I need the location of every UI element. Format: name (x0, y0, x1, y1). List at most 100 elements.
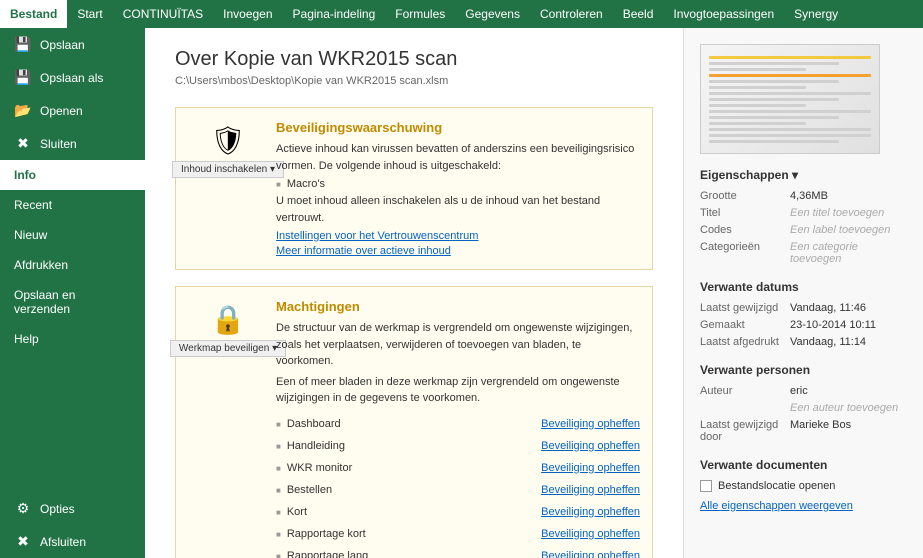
prop-label-gemaakt: Gemaakt (700, 319, 790, 331)
trust-center-link[interactable]: Instellingen voor het Vertrouwenscentrum (276, 230, 640, 242)
remove-protection-wkr[interactable]: Beveiliging opheffen (541, 462, 640, 474)
prop-label-last-modified-by: Laatst gewijzigd door (700, 419, 790, 443)
file-location-checkbox[interactable] (700, 480, 712, 492)
close-icon: ✖ (14, 135, 32, 152)
prop-value-add-auteur[interactable]: Een auteur toevoegen (790, 402, 907, 414)
file-location-row: Bestandslocatie openen (700, 480, 907, 492)
tab-formules[interactable]: Formules (385, 0, 455, 28)
remove-protection-handleiding[interactable]: Beveiliging opheffen (541, 440, 640, 452)
permissions-icon-area: 🔒 Werkmap beveiligen ▾ (188, 299, 268, 357)
page-title: Over Kopie van WKR2015 scan (175, 48, 653, 71)
thumb-line (709, 68, 806, 71)
sidebar-item-opslaan-verzenden[interactable]: Opslaan en verzenden (0, 280, 145, 324)
perm-row-bestellen: Bestellen Beveiliging opheffen (276, 479, 640, 501)
shield-icon: 🛡 (210, 124, 246, 157)
tab-beeld[interactable]: Beeld (613, 0, 664, 28)
prop-value-last-printed: Vandaag, 11:14 (790, 336, 907, 348)
perm-bullet: Dashboard (276, 418, 341, 430)
tab-controleren[interactable]: Controleren (530, 0, 613, 28)
thumb-line (709, 56, 871, 59)
active-content-link[interactable]: Meer informatie over actieve inhoud (276, 245, 640, 257)
prop-label-auteur: Auteur (700, 385, 790, 397)
file-location-label: Bestandslocatie openen (718, 480, 835, 492)
perm-bullet: WKR monitor (276, 462, 352, 474)
sidebar-item-openen[interactable]: 📂 Openen (0, 94, 145, 127)
remove-protection-kort[interactable]: Beveiliging opheffen (541, 506, 640, 518)
security-text1: Actieve inhoud kan virussen bevatten of … (276, 141, 640, 174)
all-properties-link[interactable]: Alle eigenschappen weergeven (700, 500, 853, 512)
prop-value-gemaakt: 23-10-2014 10:11 (790, 319, 907, 331)
security-text2: U moet inhoud alleen inschakelen als u d… (276, 193, 640, 226)
tab-invoeg[interactable]: Invogtoepassingen (663, 0, 784, 28)
sidebar-item-recent[interactable]: Recent (0, 190, 145, 220)
prop-value-titel[interactable]: Een titel toevoegen (790, 207, 907, 219)
sidebar-item-afsluiten[interactable]: ✖ Afsluiten (0, 525, 145, 558)
sidebar-item-afdrukken[interactable]: Afdrukken (0, 250, 145, 280)
prop-label-add-auteur (700, 402, 790, 414)
tab-start[interactable]: Start (67, 0, 112, 28)
perm-row-rapportage-kort: Rapportage kort Beveiliging opheffen (276, 523, 640, 545)
sidebar-item-opslaan[interactable]: 💾 Opslaan (0, 28, 145, 61)
prop-last-modified: Laatst gewijzigd Vandaag, 11:46 (700, 302, 907, 314)
perm-name: Handleiding (287, 440, 345, 452)
prop-codes: Codes Een label toevoegen (700, 224, 907, 236)
permissions-text1: De structuur van de werkmap is vergrende… (276, 320, 640, 370)
perm-name: Rapportage lang (287, 550, 368, 558)
sidebar-item-sluiten[interactable]: ✖ Sluiten (0, 127, 145, 160)
remove-protection-bestellen[interactable]: Beveiliging opheffen (541, 484, 640, 496)
remove-protection-rapportage-lang[interactable]: Beveiliging opheffen (541, 550, 640, 558)
security-title: Beveiligingswaarschuwing (276, 120, 640, 135)
prop-value-categorieen[interactable]: Een categorie toevoegen (790, 241, 907, 265)
permissions-section: 🔒 Werkmap beveiligen ▾ Machtigingen De s… (175, 286, 653, 558)
tab-pagina[interactable]: Pagina-indeling (283, 0, 386, 28)
sidebar-item-help[interactable]: Help (0, 324, 145, 354)
sidebar: 💾 Opslaan 💾 Opslaan als 📂 Openen ✖ Sluit… (0, 28, 145, 558)
sidebar-item-opslaan-als[interactable]: 💾 Opslaan als (0, 61, 145, 94)
thumb-line (709, 104, 806, 107)
perm-name: Bestellen (287, 484, 332, 496)
prop-titel: Titel Een titel toevoegen (700, 207, 907, 219)
ribbon-tabs: Bestand Start CONTINUÏTAS Invoegen Pagin… (0, 0, 923, 28)
prop-value-codes[interactable]: Een label toevoegen (790, 224, 907, 236)
prop-categorieen: Categorieën Een categorie toevoegen (700, 241, 907, 265)
save-icon: 💾 (14, 36, 32, 53)
tab-gegevens[interactable]: Gegevens (455, 0, 530, 28)
sidebar-item-nieuw[interactable]: Nieuw (0, 220, 145, 250)
perm-bullet: Handleiding (276, 440, 345, 452)
prop-last-printed: Laatst afgedrukt Vandaag, 11:14 (700, 336, 907, 348)
prop-value-last-modified-by: Marieke Bos (790, 419, 907, 443)
prop-label-last-printed: Laatst afgedrukt (700, 336, 790, 348)
dates-section-title: Verwante datums (700, 280, 907, 294)
docs-section-title: Verwante documenten (700, 458, 907, 472)
sidebar-item-info[interactable]: Info (0, 160, 145, 190)
sidebar-item-opties[interactable]: ⚙ Opties (0, 492, 145, 525)
perm-bullet: Rapportage kort (276, 528, 366, 540)
remove-protection-rapportage-kort[interactable]: Beveiliging opheffen (541, 528, 640, 540)
properties-section-title[interactable]: Eigenschappen ▾ (700, 168, 907, 182)
perm-row-kort: Kort Beveiliging opheffen (276, 501, 640, 523)
open-icon: 📂 (14, 102, 32, 119)
security-content: Beveiligingswaarschuwing Actieve inhoud … (268, 120, 640, 257)
prop-label-titel: Titel (700, 207, 790, 219)
document-thumbnail (700, 44, 880, 154)
thumb-line (709, 86, 806, 89)
prop-label-categorieen: Categorieën (700, 241, 790, 265)
permissions-content: Machtigingen De structuur van de werkmap… (268, 299, 640, 558)
perm-bullet: Rapportage lang (276, 550, 368, 558)
thumb-line (709, 140, 839, 143)
tab-bestand[interactable]: Bestand (0, 0, 67, 28)
properties-panel: Eigenschappen ▾ Grootte 4,36MB Titel Een… (683, 28, 923, 558)
security-bullet-macros: Macro's (276, 178, 640, 190)
info-panel: Over Kopie van WKR2015 scan C:\Users\mbo… (145, 28, 683, 558)
permissions-text2: Een of meer bladen in deze werkmap zijn … (276, 374, 640, 407)
tab-invoegen[interactable]: Invoegen (213, 0, 282, 28)
tab-continuitas[interactable]: CONTINUÏTAS (113, 0, 213, 28)
perm-row-wkr: WKR monitor Beveiliging opheffen (276, 457, 640, 479)
prop-label-grootte: Grootte (700, 190, 790, 202)
tab-synergy[interactable]: Synergy (784, 0, 848, 28)
thumb-content (709, 53, 871, 146)
exit-icon: ✖ (14, 533, 32, 550)
remove-protection-dashboard[interactable]: Beveiliging opheffen (541, 418, 640, 430)
thumb-line (709, 122, 806, 125)
thumb-line (709, 110, 871, 113)
